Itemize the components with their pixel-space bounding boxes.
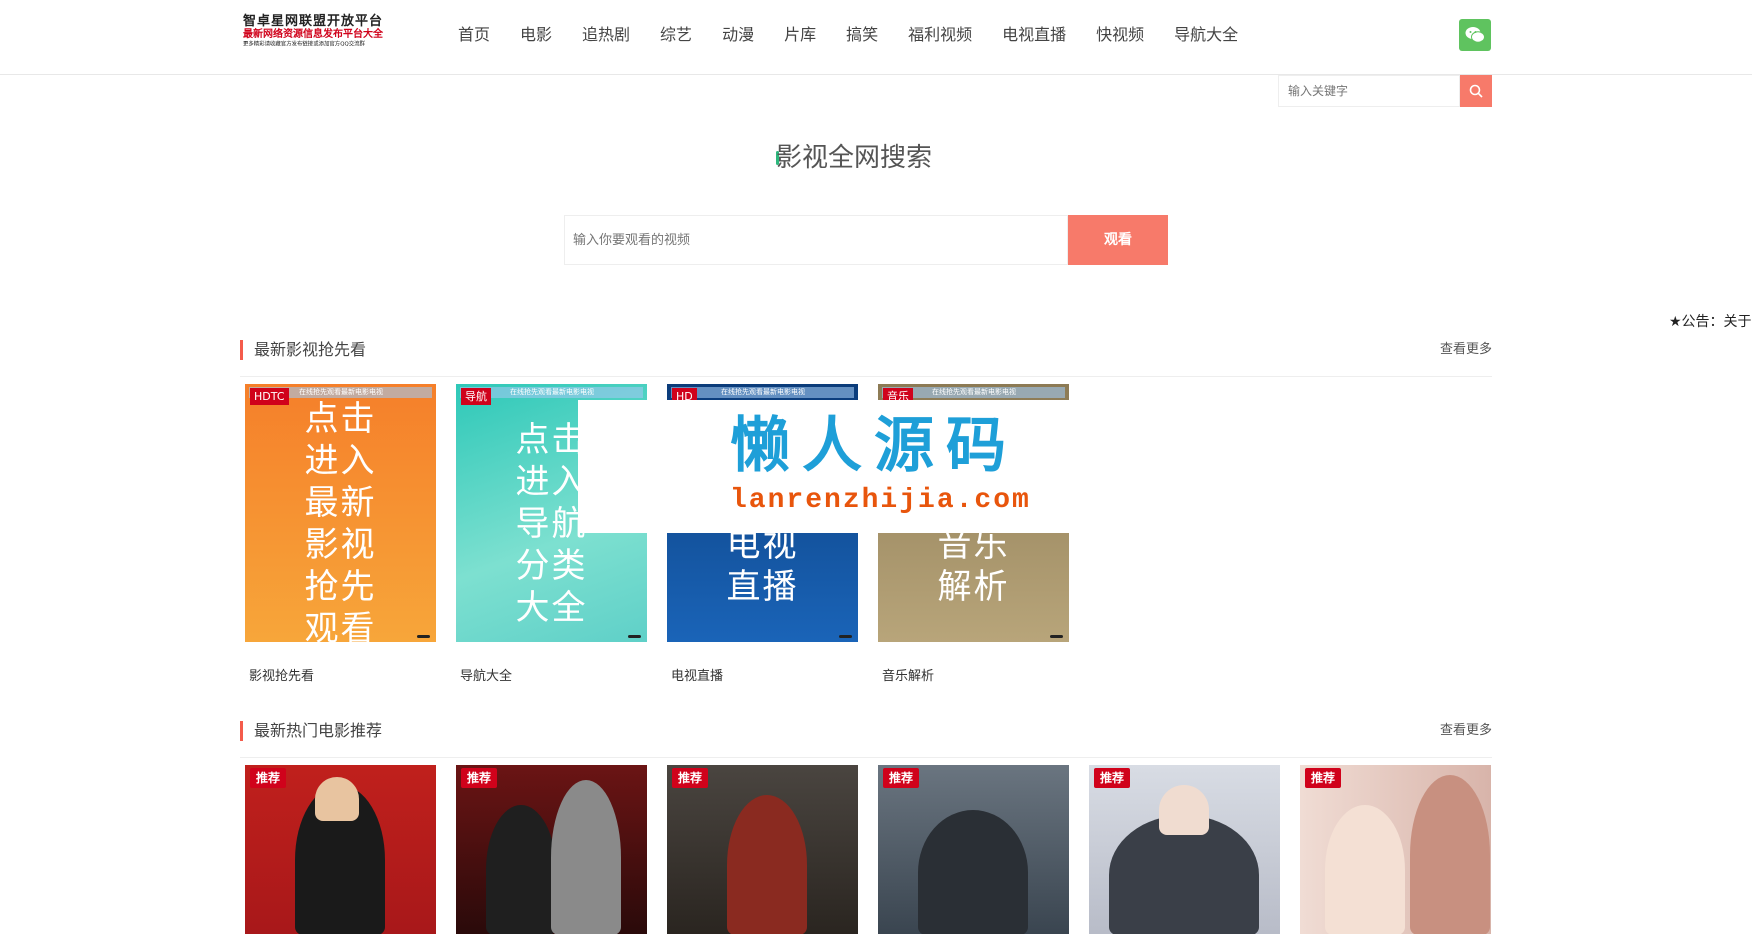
poster-figure — [918, 810, 1028, 934]
hero-search-input[interactable] — [565, 216, 1067, 264]
card-caption[interactable]: 导航大全 — [460, 665, 512, 684]
header-search-input[interactable] — [1279, 76, 1459, 106]
nav-item-drama[interactable]: 追热剧 — [582, 22, 630, 48]
view-more-link[interactable]: 查看更多 — [1440, 722, 1492, 740]
section-latest-header: 最新影视抢先看 查看更多 — [240, 338, 1492, 377]
watermark-overlay: 懒人源码 lanrenzhijia.com — [578, 400, 1076, 533]
view-more-link[interactable]: 查看更多 — [1440, 341, 1492, 359]
recommend-badge: 推荐 — [250, 768, 287, 788]
card-image-text: 点击 进入 最新 影视 抢先 观看 — [304, 399, 377, 642]
section-bar — [240, 721, 243, 741]
card-pill — [839, 635, 852, 638]
movie-poster[interactable]: 推荐 — [245, 765, 436, 934]
poster-figure — [486, 805, 556, 934]
section-hot-header: 最新热门电影推荐 查看更多 — [240, 719, 1492, 758]
nav-item-funny[interactable]: 搞笑 — [846, 22, 878, 48]
main-nav: 首页 电影 追热剧 综艺 动漫 片库 搞笑 福利视频 电视直播 快视频 导航大全 — [458, 22, 1268, 48]
nav-item-movie[interactable]: 电影 — [520, 22, 552, 48]
quality-badge: 导航 — [461, 388, 491, 405]
card-caption[interactable]: 影视抢先看 — [249, 665, 314, 684]
nav-item-tv-live[interactable]: 电视直播 — [1002, 22, 1066, 48]
hero-search-field[interactable] — [564, 215, 1068, 265]
movie-poster[interactable]: 推荐 — [456, 765, 647, 934]
movie-poster[interactable]: 推荐 — [667, 765, 858, 934]
nav-item-navigation[interactable]: 导航大全 — [1174, 22, 1238, 48]
recommend-badge: 推荐 — [461, 768, 498, 788]
movie-poster[interactable]: 推荐 — [878, 765, 1069, 934]
poster-figure — [551, 780, 621, 934]
poster-figure — [727, 795, 807, 934]
card-latest[interactable]: 在线抢先观看最新电影电视 点击 进入 最新 影视 抢先 观看 HDTC — [245, 384, 436, 642]
search-icon — [1469, 84, 1483, 98]
recommend-badge: 推荐 — [1305, 768, 1342, 788]
card-image-text: 音乐 解析 — [937, 525, 1010, 607]
card-pill — [1050, 635, 1063, 638]
recommend-badge: 推荐 — [672, 768, 709, 788]
nav-item-short-video[interactable]: 快视频 — [1096, 22, 1144, 48]
recommend-badge: 推荐 — [883, 768, 920, 788]
logo-line3: 更多精彩请收藏官方发布链接或添加官方QQ交流群 — [243, 41, 365, 48]
watermark-url: lanrenzhijia.com — [730, 485, 1031, 516]
section-title: 最新热门电影推荐 — [254, 721, 383, 740]
nav-item-library[interactable]: 片库 — [784, 22, 816, 48]
recommend-badge: 推荐 — [1094, 768, 1131, 788]
watch-button[interactable]: 观看 — [1068, 215, 1168, 265]
wechat-icon — [1465, 27, 1485, 43]
card-image-text: 电视 直播 — [726, 525, 799, 607]
watermark-title: 懒人源码 — [730, 411, 1018, 481]
poster-figure — [1325, 805, 1405, 934]
section-bar — [240, 340, 243, 360]
poster-figure — [1159, 785, 1209, 835]
card-strip: 在线抢先观看最新电影电视 — [671, 387, 854, 398]
quality-badge: HDTC — [250, 388, 289, 405]
card-pill — [628, 635, 641, 638]
nav-item-home[interactable]: 首页 — [458, 22, 490, 48]
nav-item-anime[interactable]: 动漫 — [722, 22, 754, 48]
card-caption[interactable]: 音乐解析 — [882, 665, 934, 684]
site-logo[interactable]: 智卓星网联盟开放平台 最新网络资源信息发布平台大全 更多精彩请收藏官方发布链接或… — [243, 14, 388, 54]
logo-line1: 智卓星网联盟开放平台 — [243, 14, 384, 29]
logo-line2: 最新网络资源信息发布平台大全 — [243, 29, 383, 40]
hero-title: 影视全网搜索 — [776, 143, 933, 173]
header-search-button[interactable] — [1460, 75, 1492, 107]
header-search-field[interactable] — [1278, 75, 1460, 107]
movie-poster[interactable]: 推荐 — [1300, 765, 1491, 934]
poster-figure — [315, 777, 359, 821]
nav-item-welfare[interactable]: 福利视频 — [908, 22, 972, 48]
poster-figure — [1410, 775, 1490, 934]
card-caption[interactable]: 电视直播 — [671, 665, 723, 684]
nav-item-variety[interactable]: 综艺 — [660, 22, 692, 48]
site-header: 智卓星网联盟开放平台 最新网络资源信息发布平台大全 更多精彩请收藏官方发布链接或… — [0, 0, 1752, 75]
wechat-button[interactable] — [1459, 19, 1491, 51]
card-pill — [417, 635, 430, 638]
notice-marquee: ★公告：关于 — [1669, 314, 1752, 330]
section-title: 最新影视抢先看 — [254, 340, 367, 359]
movie-poster[interactable]: 推荐 — [1089, 765, 1280, 934]
